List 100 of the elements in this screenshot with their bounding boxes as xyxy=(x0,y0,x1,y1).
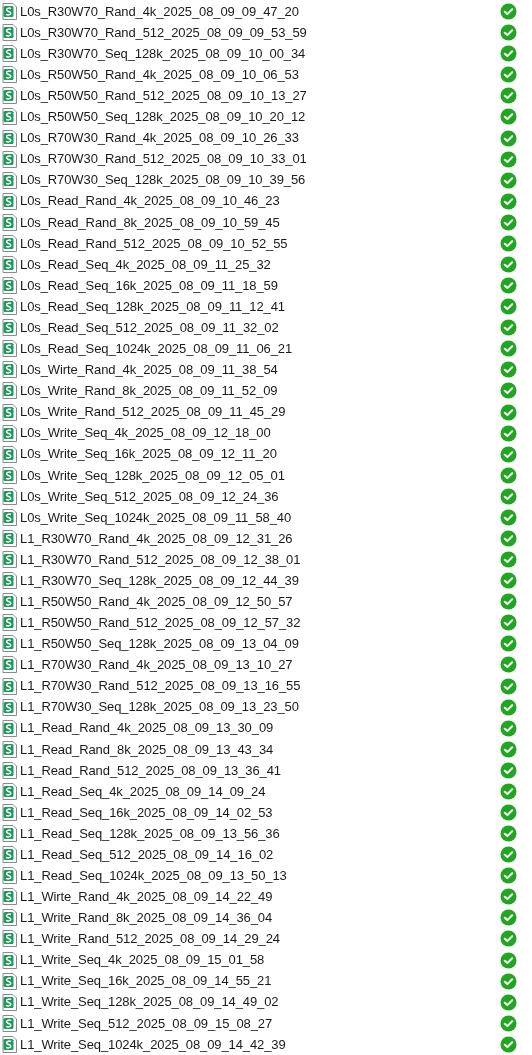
spreadsheet-file-icon xyxy=(2,888,17,906)
spreadsheet-file-icon xyxy=(2,572,17,590)
file-name[interactable]: L0s_Read_Seq_512_2025_08_09_11_32_02 xyxy=(20,317,279,338)
file-name[interactable]: L0s_Read_Rand_8k_2025_08_09_10_59_45 xyxy=(20,212,280,233)
file-name[interactable]: L0s_R50W50_Rand_512_2025_08_09_10_13_27 xyxy=(20,86,307,106)
file-name[interactable]: L0s_Read_Seq_4k_2025_08_09_11_25_32 xyxy=(20,254,271,275)
file-name[interactable]: L0s_Write_Seq_4k_2025_08_09_12_18_00 xyxy=(20,423,271,443)
file-name[interactable]: L1_Write_Seq_4k_2025_08_09_15_01_58 xyxy=(20,950,265,970)
spreadsheet-file-icon xyxy=(2,1035,17,1053)
spreadsheet-file-icon xyxy=(2,635,17,653)
file-name[interactable]: L1_Write_Seq_512_2025_08_09_15_08_27 xyxy=(20,1013,273,1034)
file-name[interactable]: L0s_Write_Rand_8k_2025_08_09_11_52_09 xyxy=(20,381,278,401)
file-name[interactable]: L1_Write_Seq_16k_2025_08_09_14_55_21 xyxy=(20,971,272,991)
file-name[interactable]: L1_R50W50_Seq_128k_2025_08_09_13_04_09 xyxy=(20,634,299,654)
file-name[interactable]: L0s_R30W70_Rand_512_2025_08_09_09_53_59 xyxy=(20,22,307,43)
spreadsheet-file-icon xyxy=(2,993,17,1011)
spreadsheet-file-icon xyxy=(2,530,17,547)
spreadsheet-file-icon xyxy=(2,171,17,189)
file-name[interactable]: L0s_Read_Rand_4k_2025_08_09_10_46_23 xyxy=(20,191,280,211)
spreadsheet-file-icon xyxy=(2,740,17,758)
file-name[interactable]: L1_R50W50_Rand_512_2025_08_09_12_57_32 xyxy=(20,613,301,633)
spreadsheet-file-icon xyxy=(2,277,17,295)
file-name[interactable]: L0s_Read_Seq_128k_2025_08_09_11_12_41 xyxy=(20,296,285,317)
spreadsheet-file-icon xyxy=(2,129,17,147)
file-name[interactable]: L0s_Read_Seq_16k_2025_08_09_11_18_59 xyxy=(20,275,278,296)
spreadsheet-file-icon xyxy=(2,867,17,885)
file-name[interactable]: L1_R30W70_Seq_128k_2025_08_09_12_44_39 xyxy=(20,570,299,591)
file-name[interactable]: L1_Read_Rand_512_2025_08_09_13_36_41 xyxy=(20,760,281,781)
spreadsheet-file-icon xyxy=(2,972,17,990)
spreadsheet-file-icon xyxy=(2,192,17,210)
file-name[interactable]: L0s_Wirte_Rand_4k_2025_08_09_11_38_54 xyxy=(20,360,278,380)
file-name[interactable]: L1_R70W30_Seq_128k_2025_08_09_13_23_50 xyxy=(20,697,299,717)
file-name[interactable]: L1_Read_Seq_4k_2025_08_09_14_09_24 xyxy=(20,781,266,802)
spreadsheet-file-icon xyxy=(2,508,17,526)
file-name[interactable]: L0s_Write_Seq_1024k_2025_08_09_11_58_40 xyxy=(20,507,292,528)
file-name[interactable]: L1_Read_Seq_128k_2025_08_09_13_56_36 xyxy=(20,823,280,844)
file-name[interactable]: L0s_Write_Seq_16k_2025_08_09_12_11_20 xyxy=(20,444,277,464)
file-name[interactable]: L1_Write_Rand_512_2025_08_09_14_29_24 xyxy=(20,929,280,949)
file-name[interactable]: L1_Write_Seq_1024k_2025_08_09_14_42_39 xyxy=(20,1034,286,1055)
spreadsheet-file-icon xyxy=(2,909,17,927)
spreadsheet-file-icon xyxy=(2,3,17,21)
spreadsheet-file-icon xyxy=(2,614,17,632)
file-name[interactable]: L1_R50W50_Rand_4k_2025_08_09_12_50_57 xyxy=(20,591,293,612)
file-name[interactable]: L0s_R70W30_Rand_512_2025_08_09_10_33_01 xyxy=(20,149,307,169)
spreadsheet-file-icon xyxy=(2,255,17,273)
spreadsheet-file-icon xyxy=(2,1014,17,1032)
file-name[interactable]: L0s_R30W70_Rand_4k_2025_08_09_09_47_20 xyxy=(20,1,299,22)
file-name[interactable]: L0s_R30W70_Seq_128k_2025_08_09_10_00_34 xyxy=(20,43,306,64)
file-name[interactable]: L1_Read_Seq_16k_2025_08_09_14_02_53 xyxy=(20,802,273,823)
file-name[interactable]: L0s_R70W30_Seq_128k_2025_08_09_10_39_56 xyxy=(20,170,306,190)
spreadsheet-file-icon xyxy=(2,551,17,569)
spreadsheet-file-icon xyxy=(2,846,17,864)
spreadsheet-file-icon xyxy=(2,677,17,695)
file-name[interactable]: L1_Read_Rand_8k_2025_08_09_13_43_34 xyxy=(20,739,274,759)
spreadsheet-file-icon xyxy=(2,234,17,252)
spreadsheet-file-icon xyxy=(2,361,17,379)
spreadsheet-file-icon xyxy=(2,108,17,126)
file-name[interactable]: L1_Write_Rand_8k_2025_08_09_14_36_04 xyxy=(20,908,273,928)
spreadsheet-file-icon xyxy=(2,804,17,821)
spreadsheet-file-icon xyxy=(2,403,17,421)
file-name[interactable]: L1_R30W70_Rand_4k_2025_08_09_12_31_26 xyxy=(20,528,293,549)
spreadsheet-file-icon xyxy=(2,656,17,674)
file-name[interactable]: L1_R70W30_Rand_4k_2025_08_09_13_10_27 xyxy=(20,655,293,675)
spreadsheet-file-icon xyxy=(2,761,17,779)
spreadsheet-file-icon xyxy=(2,66,17,84)
spreadsheet-file-icon xyxy=(2,45,17,63)
spreadsheet-file-icon xyxy=(2,382,17,400)
file-name[interactable]: L1_Read_Rand_4k_2025_08_09_13_30_09 xyxy=(20,718,274,738)
spreadsheet-file-icon xyxy=(2,487,17,505)
spreadsheet-file-icon xyxy=(2,298,17,316)
file-name[interactable]: L0s_R70W30_Rand_4k_2025_08_09_10_26_33 xyxy=(20,128,299,148)
file-name[interactable]: L0s_Write_Seq_128k_2025_08_09_12_05_01 xyxy=(20,465,285,485)
spreadsheet-file-icon xyxy=(2,593,17,611)
spreadsheet-file-icon xyxy=(2,825,17,843)
spreadsheet-file-icon xyxy=(2,24,17,42)
spreadsheet-file-icon xyxy=(2,698,17,716)
spreadsheet-file-icon xyxy=(2,319,17,337)
spreadsheet-file-icon xyxy=(2,150,17,168)
file-name[interactable]: L0s_Write_Rand_512_2025_08_09_11_45_29 xyxy=(20,402,286,422)
file-name[interactable]: L0s_R50W50_Seq_128k_2025_08_09_10_20_12 xyxy=(20,107,306,127)
spreadsheet-file-icon xyxy=(2,213,17,231)
spreadsheet-file-icon xyxy=(2,466,17,484)
file-name[interactable]: L1_Write_Seq_128k_2025_08_09_14_49_02 xyxy=(20,992,279,1012)
file-name[interactable]: L1_Read_Seq_1024k_2025_08_09_13_50_13 xyxy=(20,866,287,886)
spreadsheet-file-icon xyxy=(2,87,17,105)
file-name[interactable]: L1_Read_Seq_512_2025_08_09_14_16_02 xyxy=(20,844,274,865)
file-name[interactable]: L1_R30W70_Rand_512_2025_08_09_12_38_01 xyxy=(20,549,301,570)
file-name[interactable]: L0s_Read_Seq_1024k_2025_08_09_11_06_21 xyxy=(20,339,293,359)
spreadsheet-file-icon xyxy=(2,719,17,737)
spreadsheet-file-icon xyxy=(2,782,17,800)
spreadsheet-file-icon xyxy=(2,445,17,463)
file-name[interactable]: L1_R70W30_Rand_512_2025_08_09_13_16_55 xyxy=(20,676,301,696)
spreadsheet-file-icon xyxy=(2,424,17,442)
spreadsheet-file-icon xyxy=(2,340,17,358)
file-name[interactable]: L0s_Read_Rand_512_2025_08_09_10_52_55 xyxy=(20,233,288,254)
spreadsheet-file-icon xyxy=(2,930,17,948)
file-name[interactable]: L1_Wirte_Rand_4k_2025_08_09_14_22_49 xyxy=(20,887,273,907)
file-name[interactable]: L0s_R50W50_Rand_4k_2025_08_09_10_06_53 xyxy=(20,65,299,85)
file-name[interactable]: L0s_Write_Seq_512_2025_08_09_12_24_36 xyxy=(20,486,279,507)
spreadsheet-file-icon xyxy=(2,951,17,969)
